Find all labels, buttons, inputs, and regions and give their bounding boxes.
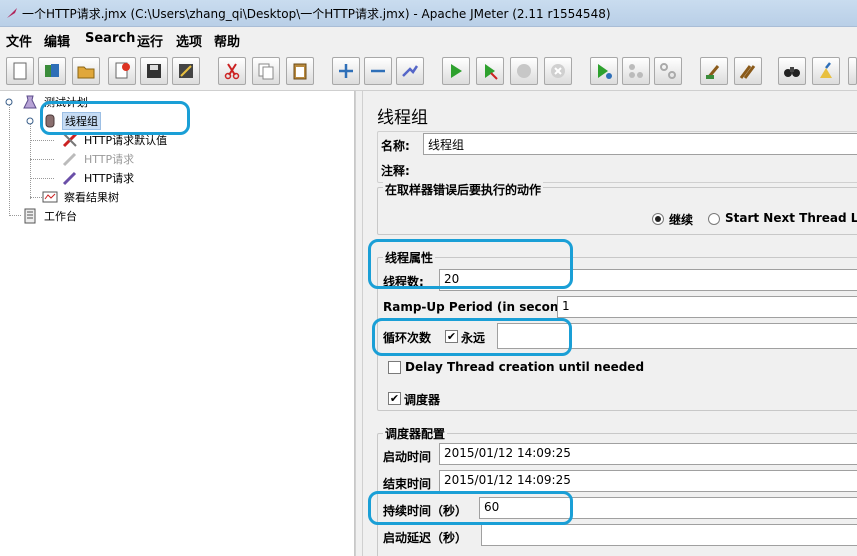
radio-start-next-loop-label: Start Next Thread Loop bbox=[725, 211, 857, 225]
startup-delay-label: 启动延迟（秒） bbox=[383, 531, 468, 545]
remote-shutdown-button[interactable] bbox=[654, 57, 682, 85]
scheduler-checkbox[interactable] bbox=[388, 392, 401, 405]
name-label: 名称: bbox=[381, 139, 410, 153]
shutdown-icon bbox=[551, 64, 565, 78]
jmeter-feather-icon bbox=[7, 8, 17, 18]
search-icon bbox=[784, 67, 800, 77]
error-action-legend: 在取样器错误后要执行的动作 bbox=[383, 181, 544, 198]
comment-label: 注释: bbox=[381, 164, 410, 178]
toggle-button[interactable] bbox=[396, 57, 424, 85]
cut-button[interactable] bbox=[218, 57, 246, 85]
templates-button[interactable] bbox=[38, 57, 66, 85]
open-icon bbox=[77, 66, 95, 79]
copy-icon bbox=[258, 63, 274, 80]
tree-item-http-request-disabled[interactable]: HTTP请求 bbox=[62, 150, 136, 168]
page-title: 线程组 bbox=[377, 108, 428, 128]
http-sampler-icon bbox=[62, 171, 77, 186]
scheduler-label: 调度器 bbox=[404, 393, 441, 407]
thread-group-panel: 线程组 名称: 线程组 注释: 在取样器错误后要执行的动作 继续 Start N… bbox=[363, 91, 857, 556]
remote-shutdown-icon bbox=[660, 63, 676, 79]
annotation-oval bbox=[372, 318, 572, 356]
menu-options[interactable]: 选项 bbox=[176, 31, 202, 50]
clear-button[interactable] bbox=[700, 57, 728, 85]
annotation-oval bbox=[40, 101, 190, 135]
paste-icon bbox=[293, 63, 307, 80]
save-as-button[interactable] bbox=[172, 57, 200, 85]
close-button[interactable] bbox=[108, 57, 136, 85]
start-time-label: 启动时间 bbox=[383, 450, 432, 464]
startup-delay-field[interactable] bbox=[481, 524, 857, 546]
radio-start-next-loop[interactable] bbox=[708, 213, 720, 225]
tree-item-workbench[interactable]: 工作台 bbox=[22, 207, 79, 225]
remote-stop-button[interactable] bbox=[622, 57, 650, 85]
menu-search[interactable]: Search bbox=[85, 31, 135, 46]
paste-button[interactable] bbox=[286, 57, 314, 85]
clear-all-button[interactable] bbox=[734, 57, 762, 85]
tree-item-result-tree[interactable]: 察看结果树 bbox=[42, 188, 121, 206]
cut-icon bbox=[224, 63, 240, 80]
menu-file[interactable]: 文件 bbox=[6, 31, 32, 50]
tree-expand-handle[interactable] bbox=[26, 117, 34, 125]
result-tree-icon bbox=[42, 191, 58, 203]
test-plan-tree: 测试计划 线程组 HTTP请求默认值 HTTP请求 HTTP请求 察看结果树 工… bbox=[0, 91, 355, 556]
test-plan-icon bbox=[23, 95, 37, 109]
clear-all-icon bbox=[739, 65, 756, 79]
expand-icon bbox=[339, 64, 353, 78]
annotation-oval bbox=[368, 239, 573, 289]
collapse-button[interactable] bbox=[364, 57, 392, 85]
tree-item-http-request[interactable]: HTTP请求 bbox=[62, 169, 136, 187]
end-time-field[interactable]: 2015/01/12 14:09:25 bbox=[439, 470, 857, 492]
window-title: 一个HTTP请求.jmx (C:\Users\zhang_qi\Desktop\… bbox=[22, 7, 611, 21]
delay-thread-label: Delay Thread creation until needed bbox=[405, 360, 645, 374]
workbench-icon bbox=[24, 208, 36, 224]
new-icon bbox=[13, 62, 27, 80]
expand-button[interactable] bbox=[332, 57, 360, 85]
rampup-label: Ramp-Up Period (in seconds): bbox=[383, 300, 585, 314]
rampup-field[interactable]: 1 bbox=[557, 296, 857, 318]
remote-start-icon bbox=[598, 64, 612, 79]
start-no-pause-icon bbox=[485, 64, 498, 80]
remote-start-button[interactable] bbox=[590, 57, 618, 85]
stop-icon bbox=[517, 64, 531, 78]
save-as-icon bbox=[179, 64, 193, 78]
http-sampler-icon bbox=[62, 152, 77, 167]
stop-button[interactable] bbox=[510, 57, 538, 85]
save-icon bbox=[147, 64, 161, 78]
scheduler-config-legend: 调度器配置 bbox=[383, 425, 448, 442]
start-no-pause-button[interactable] bbox=[476, 57, 504, 85]
name-field[interactable]: 线程组 bbox=[423, 133, 857, 155]
search-button[interactable] bbox=[778, 57, 806, 85]
delay-thread-checkbox[interactable] bbox=[388, 361, 401, 374]
templates-icon bbox=[45, 64, 59, 77]
reset-search-button[interactable] bbox=[812, 57, 840, 85]
annotation-oval bbox=[368, 491, 573, 525]
start-icon bbox=[451, 64, 462, 78]
title-bar: 一个HTTP请求.jmx (C:\Users\zhang_qi\Desktop\… bbox=[0, 0, 857, 27]
menu-run[interactable]: 运行 bbox=[137, 31, 163, 50]
menu-edit[interactable]: 编辑 bbox=[44, 31, 70, 50]
close-icon bbox=[115, 62, 130, 79]
toolbar bbox=[0, 51, 857, 91]
shutdown-button[interactable] bbox=[544, 57, 572, 85]
radio-continue[interactable] bbox=[652, 213, 664, 225]
toolbar-overflow-button[interactable] bbox=[848, 57, 857, 85]
collapse-icon bbox=[371, 69, 385, 73]
toggle-icon bbox=[402, 65, 419, 77]
start-button[interactable] bbox=[442, 57, 470, 85]
radio-continue-label: 继续 bbox=[669, 213, 694, 227]
reset-search-icon bbox=[820, 62, 832, 78]
tree-expand-handle[interactable] bbox=[5, 98, 13, 106]
end-time-label: 结束时间 bbox=[383, 477, 432, 491]
new-button[interactable] bbox=[6, 57, 34, 85]
menu-bar: 文件 编辑 Search 运行 选项 帮助 bbox=[0, 27, 857, 51]
start-time-field[interactable]: 2015/01/12 14:09:25 bbox=[439, 443, 857, 465]
menu-help[interactable]: 帮助 bbox=[214, 31, 240, 50]
clear-icon bbox=[706, 65, 720, 79]
copy-button[interactable] bbox=[252, 57, 280, 85]
open-button[interactable] bbox=[72, 57, 100, 85]
remote-stop-icon bbox=[629, 64, 643, 78]
save-button[interactable] bbox=[140, 57, 168, 85]
split-pane-divider[interactable] bbox=[355, 91, 363, 556]
